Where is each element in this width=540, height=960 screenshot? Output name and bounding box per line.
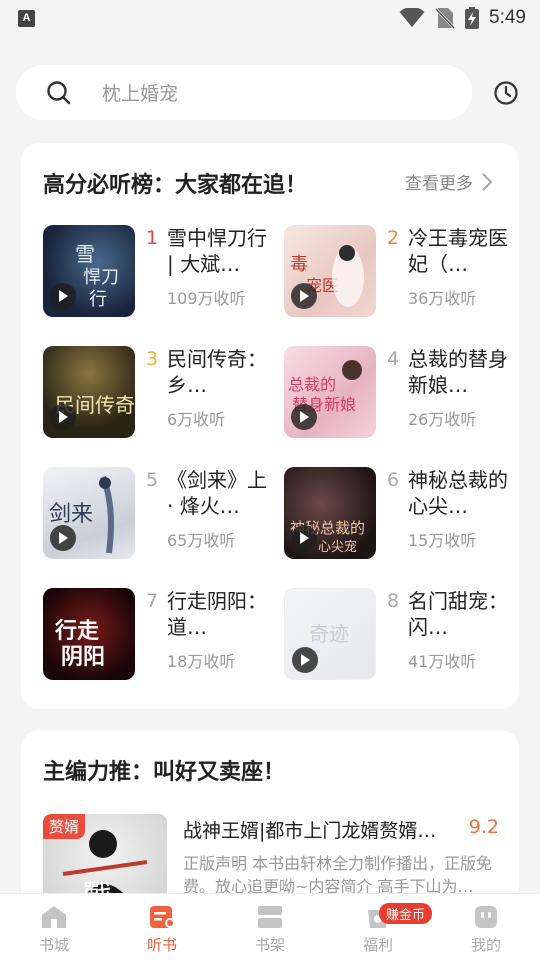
nav-item-audiobooks[interactable]: 听书 bbox=[108, 894, 216, 960]
search-icon bbox=[47, 80, 71, 104]
rank-item[interactable]: 雪悍刀行 1 雪中悍刀行 | 大斌… 109万收听 bbox=[43, 225, 273, 317]
listen-count: 15万收听 bbox=[408, 531, 477, 550]
svg-text:奇迹: 奇迹 bbox=[309, 622, 349, 646]
listen-count: 109万收听 bbox=[167, 289, 246, 308]
book-title: 总裁的替身新娘… bbox=[408, 347, 508, 397]
search-placeholder: 枕上婚宠 bbox=[102, 83, 179, 105]
book-title: 战神王婿|都市上门龙婿赘婿… bbox=[183, 820, 437, 842]
svg-text:阴阳: 阴阳 bbox=[61, 645, 105, 670]
book-title: 神秘总裁的心尖… bbox=[408, 468, 508, 518]
bottom-nav: 书城 听书 书架 福利 赚金币 我的 bbox=[0, 893, 540, 960]
history-button[interactable] bbox=[492, 79, 520, 107]
rank-item[interactable]: 神秘总裁的 心尖宠 6 神秘总裁的心尖… 15万收听 bbox=[284, 467, 514, 559]
wifi-icon bbox=[399, 8, 425, 27]
view-more-link[interactable]: 查看更多 bbox=[405, 169, 493, 194]
home-icon bbox=[42, 906, 66, 928]
category-tag: 赘婿 bbox=[43, 814, 86, 839]
book-cover: 民间传奇 bbox=[43, 346, 135, 438]
nav-item-bookshelf[interactable]: 书架 bbox=[216, 894, 324, 960]
book-title: 名门甜宠：闪… bbox=[408, 589, 508, 639]
nav-label: 书架 bbox=[254, 936, 285, 954]
book-cover: 总裁的 替身新娘 bbox=[284, 346, 376, 438]
section-title: 主编力推：叫好又卖座！ bbox=[43, 760, 286, 785]
listen-icon bbox=[150, 906, 175, 928]
svg-text:心尖宠: 心尖宠 bbox=[318, 539, 357, 555]
listen-count: 65万收听 bbox=[167, 531, 236, 550]
book-cover: 剑来 bbox=[43, 467, 135, 559]
svg-text:毒: 毒 bbox=[290, 254, 308, 275]
book-title: 民间传奇：乡… bbox=[167, 347, 267, 397]
rank-item[interactable]: 行走 阴阳 7 行走阴阳：道… 18万收听 bbox=[43, 588, 273, 680]
status-bar: A 5:49 bbox=[0, 0, 540, 36]
rank-number: 3 bbox=[146, 348, 159, 370]
listen-count: 36万收听 bbox=[408, 289, 477, 308]
play-icon[interactable] bbox=[292, 647, 318, 673]
earn-coins-badge: 赚金币 bbox=[379, 903, 433, 924]
nav-label: 书城 bbox=[38, 936, 69, 954]
rank-number: 1 bbox=[146, 227, 159, 249]
svg-text:悍刀: 悍刀 bbox=[83, 267, 119, 288]
no-sim-icon bbox=[435, 8, 455, 29]
book-title: 雪中悍刀行 | 大斌… bbox=[167, 226, 267, 276]
accessibility-notification-icon: A bbox=[18, 9, 35, 27]
rank-number: 6 bbox=[387, 469, 400, 491]
nav-item-profile[interactable]: 我的 bbox=[432, 894, 540, 960]
rank-section: 高分必听榜：大家都在追！ 查看更多 雪悍刀行 1 雪中悍刀行 | 大斌… 109… bbox=[21, 143, 519, 709]
play-icon[interactable] bbox=[50, 525, 76, 551]
book-title: 行走阴阳：道… bbox=[167, 589, 267, 639]
book-cover: 行走 阴阳 bbox=[43, 588, 135, 680]
book-cover: 神秘总裁的 心尖宠 bbox=[284, 467, 376, 559]
book-title: 《剑来》上 · 烽火… bbox=[167, 468, 267, 518]
nav-label: 福利 bbox=[362, 936, 393, 954]
play-icon[interactable] bbox=[50, 404, 76, 430]
svg-text:行: 行 bbox=[89, 289, 107, 310]
book-cover: 奇迹 bbox=[284, 588, 376, 680]
svg-text:总裁的: 总裁的 bbox=[288, 375, 336, 394]
book-cover: 雪悍刀行 bbox=[43, 225, 135, 317]
rank-item[interactable]: 剑来 5 《剑来》上 · 烽火… 65万收听 bbox=[43, 467, 273, 559]
listen-count: 6万收听 bbox=[167, 410, 226, 429]
section-title: 高分必听榜：大家都在追！ bbox=[43, 173, 308, 198]
listen-count: 18万收听 bbox=[167, 652, 236, 671]
rank-item[interactable]: 民间传奇 3 民间传奇：乡… 6万收听 bbox=[43, 346, 273, 438]
nav-label: 我的 bbox=[470, 936, 501, 954]
view-more-label: 查看更多 bbox=[405, 174, 473, 194]
clock-history-icon bbox=[494, 81, 518, 105]
rank-number: 2 bbox=[387, 227, 400, 249]
book-title: 冷王毒宠医妃（… bbox=[408, 226, 508, 276]
clock: 5:49 bbox=[489, 7, 526, 28]
rank-item[interactable]: 奇迹 8 名门甜宠：闪… 41万收听 bbox=[284, 588, 514, 680]
play-icon[interactable] bbox=[291, 404, 317, 430]
rank-item[interactable]: 总裁的 替身新娘 4 总裁的替身新娘… 26万收听 bbox=[284, 346, 514, 438]
chevron-right-icon bbox=[482, 172, 493, 191]
nav-item-welfare[interactable]: 福利 赚金币 bbox=[324, 894, 433, 960]
search-input[interactable]: 枕上婚宠 bbox=[16, 65, 472, 120]
rating-score: 9.2 bbox=[468, 816, 499, 838]
svg-text:剑来: 剑来 bbox=[49, 502, 93, 527]
svg-text:雪: 雪 bbox=[75, 242, 95, 266]
play-icon[interactable] bbox=[291, 283, 317, 309]
listen-count: 41万收听 bbox=[408, 652, 477, 671]
book-cover: 毒宠医 bbox=[284, 225, 376, 317]
rank-item[interactable]: 毒宠医 2 冷王毒宠医妃（… 36万收听 bbox=[284, 225, 514, 317]
rank-number: 5 bbox=[146, 469, 159, 491]
play-icon[interactable] bbox=[291, 525, 317, 551]
svg-text:行走: 行走 bbox=[54, 618, 99, 644]
rank-number: 7 bbox=[146, 590, 159, 612]
listen-count: 26万收听 bbox=[408, 410, 477, 429]
rank-number: 8 bbox=[387, 590, 400, 612]
nav-item-bookstore[interactable]: 书城 bbox=[0, 894, 108, 960]
bookshelf-icon bbox=[258, 906, 282, 928]
rank-number: 4 bbox=[387, 348, 400, 370]
play-icon[interactable] bbox=[50, 283, 76, 309]
battery-charging-icon bbox=[465, 7, 480, 29]
book-description: 正版声明 本书由轩林全力制作播出，正版免费。放心追更呦~内容简介 高手下山为… bbox=[183, 854, 493, 896]
profile-icon bbox=[475, 906, 497, 928]
nav-label: 听书 bbox=[146, 936, 177, 954]
